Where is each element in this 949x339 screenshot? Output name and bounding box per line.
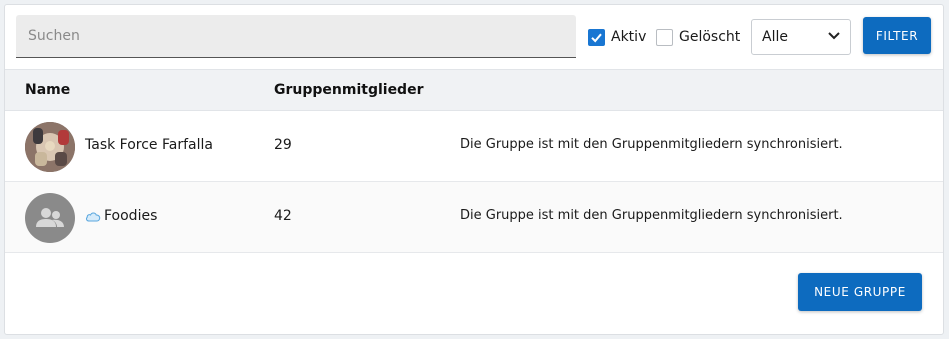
group-avatar (25, 122, 75, 172)
filter-toolbar: Aktiv Gelöscht Alle FILTER (5, 5, 943, 69)
checkmark-icon (591, 33, 602, 42)
sync-status: Die Gruppe ist mit den Gruppenmitglieder… (460, 208, 843, 223)
group-name-cell[interactable]: Task Force Farfalla (85, 137, 213, 153)
status-select[interactable]: Alle (751, 19, 851, 55)
group-icon (36, 208, 64, 227)
status-select-value: Alle (762, 29, 788, 45)
group-name[interactable]: Task Force Farfalla (85, 137, 213, 153)
group-name[interactable]: Foodies (104, 208, 157, 224)
column-header-name[interactable]: Name (25, 82, 70, 98)
group-name-cell[interactable]: Foodies (85, 208, 157, 224)
sync-status: Die Gruppe ist mit den Gruppenmitglieder… (460, 137, 843, 152)
search-input[interactable] (16, 15, 576, 58)
filter-button[interactable]: FILTER (863, 17, 931, 54)
new-group-button[interactable]: NEUE GRUPPE (798, 273, 922, 311)
table-row[interactable]: Foodies 42 Die Gruppe ist mit den Gruppe… (5, 182, 943, 253)
group-photo-icon (25, 122, 75, 172)
table-header: Name Gruppenmitglieder (5, 69, 943, 111)
deleted-label: Gelöscht (679, 29, 741, 45)
column-header-members[interactable]: Gruppenmitglieder (274, 82, 423, 98)
active-checkbox[interactable] (588, 28, 605, 46)
groups-card: Aktiv Gelöscht Alle FILTER Name Gruppenm… (4, 4, 944, 335)
chevron-down-icon (828, 32, 840, 40)
deleted-checkbox[interactable] (656, 28, 673, 46)
group-avatar (25, 193, 75, 243)
deleted-filter[interactable]: Gelöscht (656, 27, 740, 47)
member-count: 42 (274, 208, 292, 224)
active-label: Aktiv (611, 29, 647, 45)
cloud-icon (85, 211, 101, 222)
active-filter[interactable]: Aktiv (588, 27, 646, 47)
member-count: 29 (274, 137, 292, 153)
table-row[interactable]: Task Force Farfalla 29 Die Gruppe ist mi… (5, 111, 943, 182)
